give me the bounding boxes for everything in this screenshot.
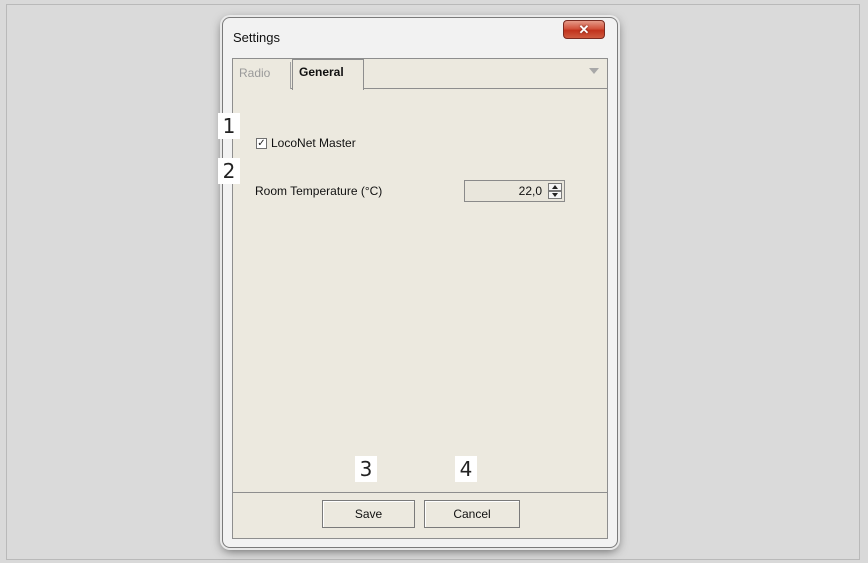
loconet-master-label: LocoNet Master (271, 136, 356, 150)
callout-3: 3 (355, 456, 377, 482)
general-tab-content: ✓ LocoNet Master Room Temperature (°C) 2… (233, 89, 607, 492)
callout-4: 4 (455, 456, 477, 482)
cancel-button[interactable]: Cancel (424, 500, 520, 528)
decrement-button[interactable] (548, 191, 562, 199)
close-button[interactable]: ✕ (563, 20, 605, 39)
room-temperature-value[interactable]: 22,0 (519, 184, 542, 198)
settings-dialog: Settings ✕ Radio General ✓ LocoNet Maste… (222, 17, 618, 548)
room-temperature-stepper[interactable]: 22,0 (464, 180, 565, 202)
dialog-client-area: Radio General ✓ LocoNet Master Room Temp… (232, 58, 608, 539)
increment-button[interactable] (548, 183, 562, 191)
tab-radio[interactable]: Radio (233, 62, 291, 89)
callout-2: 2 (218, 158, 240, 184)
room-temperature-label: Room Temperature (°C) (255, 184, 383, 198)
tab-strip: Radio General (233, 59, 607, 90)
close-icon: ✕ (578, 22, 590, 37)
loconet-master-checkbox[interactable]: ✓ (256, 137, 267, 149)
window-title: Settings (233, 30, 280, 45)
callout-1: 1 (218, 113, 240, 139)
loconet-master-row[interactable]: ✓ LocoNet Master (256, 136, 356, 150)
tab-general[interactable]: General (292, 59, 364, 90)
chevron-down-icon[interactable] (589, 68, 599, 74)
save-button[interactable]: Save (322, 500, 415, 528)
dialog-footer: Save Cancel (233, 492, 607, 538)
